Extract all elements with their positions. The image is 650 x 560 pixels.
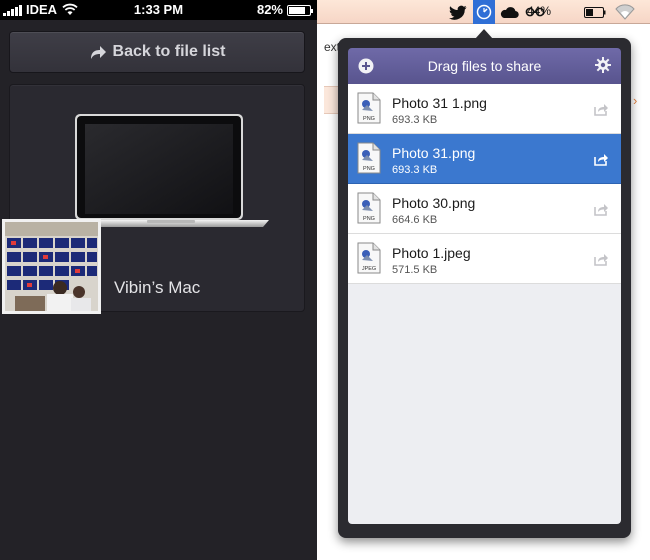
file-name: Photo 30.png	[392, 195, 476, 211]
device-thumbnail-photo	[2, 219, 101, 314]
battery-fill	[289, 7, 306, 14]
macbook-icon	[73, 114, 269, 227]
iphone-screen: IDEA 1:33 PM 82% Back to file list Vibin…	[0, 0, 317, 560]
share-icon[interactable]	[593, 102, 609, 116]
share-popover: Drag files to share PNG Photo 31 1.png 693…	[338, 29, 631, 538]
file-type-icon: PNG	[357, 92, 381, 124]
file-list: PNG Photo 31 1.png 693.3 KB PNG Photo 31.png…	[348, 84, 621, 524]
share-icon[interactable]	[593, 202, 609, 216]
popover-arrow	[475, 29, 493, 39]
popover-title: Drag files to share	[427, 58, 542, 74]
device-card[interactable]: Vibin’s Mac	[2, 84, 305, 314]
menubar-battery-percentage: 44%	[527, 4, 552, 18]
file-type-icon: PNG	[357, 142, 381, 174]
share-app-icon[interactable]	[473, 3, 495, 21]
file-size: 571.5 KB	[392, 264, 438, 276]
file-name: Photo 31 1.png	[392, 95, 487, 111]
file-row[interactable]: JPEG Photo 1.jpeg 571.5 KB	[348, 234, 621, 284]
battery-icon	[287, 5, 313, 16]
mac-menu-bar: 44%	[317, 0, 650, 24]
battery-icon[interactable]	[583, 3, 607, 21]
popover-header: Drag files to share	[348, 48, 621, 84]
file-type-label: PNG	[363, 116, 375, 122]
mac-desktop: 44% ext › Drag files to share PNG Photo …	[317, 0, 650, 560]
file-type-icon: JPEG	[357, 242, 381, 274]
file-size: 664.6 KB	[392, 214, 438, 226]
file-row[interactable]: PNG Photo 30.png 664.6 KB	[348, 184, 621, 234]
back-to-file-list-button[interactable]: Back to file list	[9, 31, 305, 73]
device-name: Vibin’s Mac	[114, 278, 201, 297]
cloud-icon[interactable]	[498, 3, 520, 21]
file-name: Photo 1.jpeg	[392, 245, 471, 261]
back-button-label: Back to file list	[112, 43, 226, 60]
share-icon[interactable]	[593, 152, 609, 166]
file-size: 693.3 KB	[392, 114, 438, 126]
twitter-icon[interactable]	[448, 3, 468, 21]
file-name: Photo 31.png	[392, 145, 476, 161]
file-size: 693.3 KB	[392, 164, 438, 176]
gear-icon[interactable]	[595, 57, 611, 73]
ios-status-bar: IDEA 1:33 PM 82%	[0, 0, 317, 20]
share-icon[interactable]	[593, 252, 609, 266]
file-row[interactable]: PNG Photo 31 1.png 693.3 KB	[348, 84, 621, 134]
file-type-icon: PNG	[357, 192, 381, 224]
file-type-label: PNG	[363, 166, 375, 172]
battery-percentage: 82%	[256, 2, 283, 17]
background-chevron-icon: ›	[633, 93, 638, 108]
curved-arrow-icon	[90, 46, 106, 59]
file-type-label: JPEG	[362, 266, 376, 272]
file-row[interactable]: PNG Photo 31.png 693.3 KB	[348, 134, 621, 184]
file-type-label: PNG	[363, 216, 375, 222]
wifi-icon[interactable]	[614, 3, 636, 21]
